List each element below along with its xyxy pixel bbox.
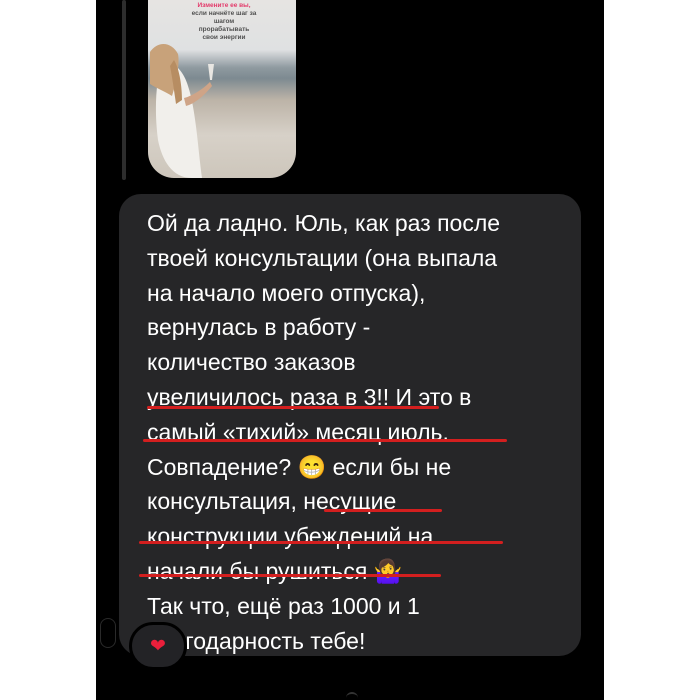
message-line: консультация, несущие xyxy=(147,488,397,515)
story-caption-line: прорабатывать xyxy=(198,26,250,33)
story-caption: Измените ее вы, если начнёте шаг за шаго… xyxy=(178,2,270,42)
highlight-underline xyxy=(139,541,503,544)
story-caption-line: если начнёте шаг за xyxy=(191,10,257,17)
message-line: начали бы рушиться 🤷‍♀️ xyxy=(147,557,403,584)
message-line: количество заказов xyxy=(147,349,356,376)
story-caption-line: Измените ее вы, xyxy=(197,2,251,9)
highlight-underline xyxy=(147,406,439,409)
cut-off-element xyxy=(346,692,358,700)
highlight-underline xyxy=(139,574,441,577)
message-text: Ой да ладно. Юль, как раз после твоей ко… xyxy=(147,206,557,658)
chat-screen: Измените ее вы, если начнёте шаг за шаго… xyxy=(96,0,604,700)
highlight-underline xyxy=(143,439,507,442)
heart-icon: ❤ xyxy=(150,635,166,657)
reaction-badge[interactable]: ❤ xyxy=(129,622,187,670)
reply-indicator-line xyxy=(122,0,126,180)
message-line: на начало моего отпуска), xyxy=(147,279,426,306)
highlight-underline xyxy=(324,509,442,512)
message-line: конструкции убеждений на xyxy=(147,523,434,550)
side-indicator xyxy=(100,618,116,648)
story-caption-line: свои энергии xyxy=(202,34,246,41)
message-line: самый «тихий» месяц июль. xyxy=(147,418,449,445)
message-bubble[interactable]: Ой да ладно. Юль, как раз после твоей ко… xyxy=(119,194,581,656)
message-line: Ой да ладно. Юль, как раз после xyxy=(147,210,501,236)
story-reply-preview[interactable]: Измените ее вы, если начнёте шаг за шаго… xyxy=(148,0,296,178)
message-line: твоей консультации (она выпала xyxy=(147,244,498,271)
message-line: благодарность тебе! xyxy=(147,627,366,654)
message-line: Так что, ещё раз 1000 и 1 xyxy=(147,592,420,619)
story-caption-line: шагом xyxy=(213,18,235,25)
message-line: увеличилось раза в 3!! И это в xyxy=(147,383,472,410)
message-line: вернулась в работу - xyxy=(147,314,371,341)
message-line: Совпадение? 😁 если бы не xyxy=(147,453,452,480)
